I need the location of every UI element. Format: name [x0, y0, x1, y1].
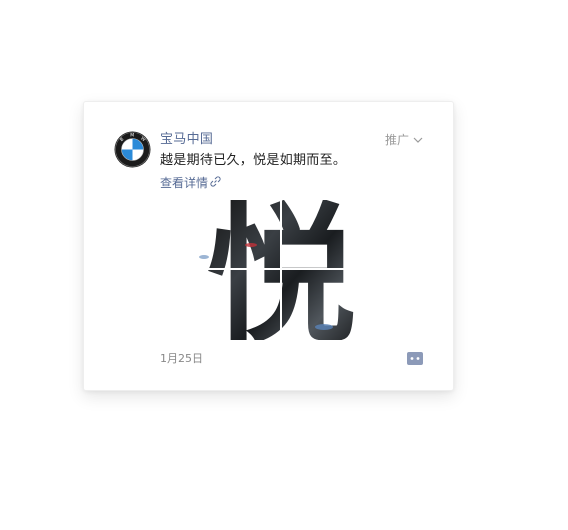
- sponsored-label: 推广: [384, 133, 409, 147]
- post-date: 1月25日: [160, 352, 203, 365]
- bmw-logo-icon[interactable]: B M W: [114, 131, 151, 168]
- comment-icon[interactable]: [407, 350, 423, 365]
- ad-image[interactable]: 悦: [188, 190, 374, 364]
- moments-ad-card: B M W 宝马中国 推广 越是期待已久，悦是如期而至。 查看详情 1月25日: [83, 101, 454, 391]
- account-name-link[interactable]: 宝马中国: [160, 131, 213, 149]
- link-icon: [210, 175, 221, 191]
- details-link-label: 查看详情: [160, 176, 209, 190]
- chevron-down-icon: [413, 136, 423, 144]
- post-message: 越是期待已久，悦是如期而至。: [160, 153, 347, 168]
- sponsored-menu[interactable]: 推广: [385, 132, 423, 148]
- svg-text:M: M: [130, 132, 134, 138]
- details-link[interactable]: 查看详情: [160, 175, 221, 191]
